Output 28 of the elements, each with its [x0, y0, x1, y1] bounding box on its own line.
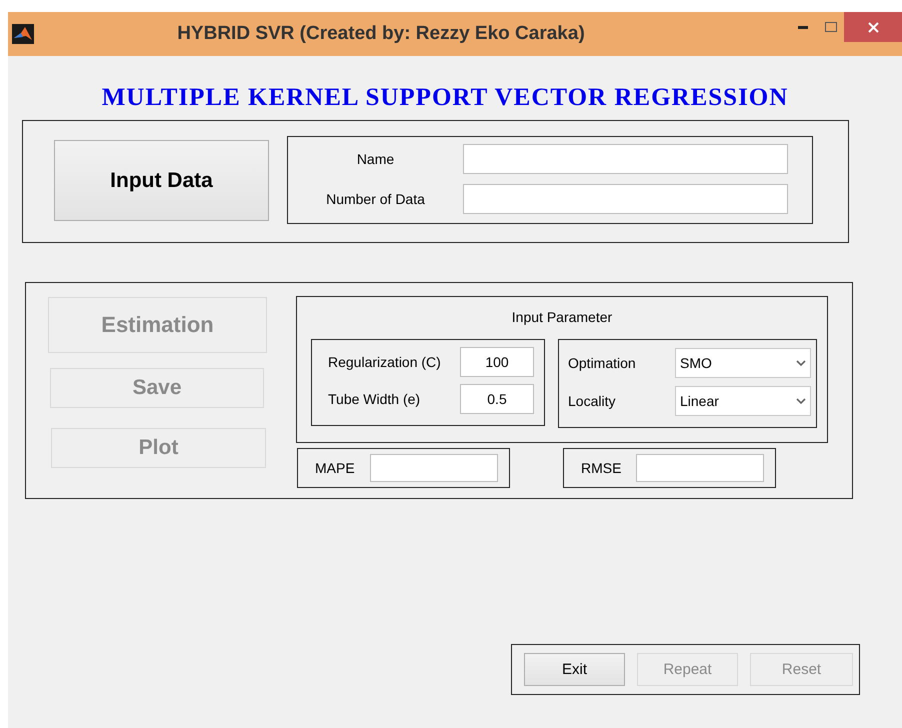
result-label: RMSE — [581, 460, 619, 476]
text-field[interactable] — [463, 144, 788, 174]
app-heading: MULTIPLE KERNEL SUPPORT VECTOR REGRESSION — [100, 84, 790, 112]
minimize-icon — [798, 26, 808, 28]
parameter-label: Tube Width (e) — [328, 391, 422, 407]
field-label: Number of Data — [325, 191, 426, 207]
window-title: HYBRID SVR (Created by: Rezzy Eko Caraka) — [176, 23, 586, 45]
method-dropdown[interactable]: Linear — [675, 386, 811, 416]
result-field[interactable] — [370, 454, 498, 482]
footer-button[interactable]: Exit — [524, 653, 625, 686]
result-field[interactable] — [636, 454, 764, 482]
close-button[interactable] — [844, 12, 902, 42]
maximize-icon — [825, 22, 837, 32]
method-label: Optimation — [568, 355, 637, 371]
result-label: MAPE — [315, 460, 353, 476]
method-label: Locality — [568, 393, 616, 409]
field-label: Name — [356, 151, 396, 167]
method-dropdown[interactable]: SMO — [675, 348, 811, 378]
close-icon — [868, 22, 878, 32]
parameter-field[interactable]: 100 — [460, 347, 534, 377]
chevron-down-icon — [796, 360, 806, 366]
text-field[interactable] — [463, 184, 788, 214]
parameter-label: Regularization (C) — [328, 354, 442, 370]
input-data-button[interactable]: Input Data — [54, 140, 269, 221]
app-logo-icon — [12, 24, 34, 44]
parameter-field[interactable]: 0.5 — [460, 384, 534, 414]
chevron-down-icon — [796, 398, 806, 404]
panel-title: Input Parameter — [512, 309, 612, 325]
